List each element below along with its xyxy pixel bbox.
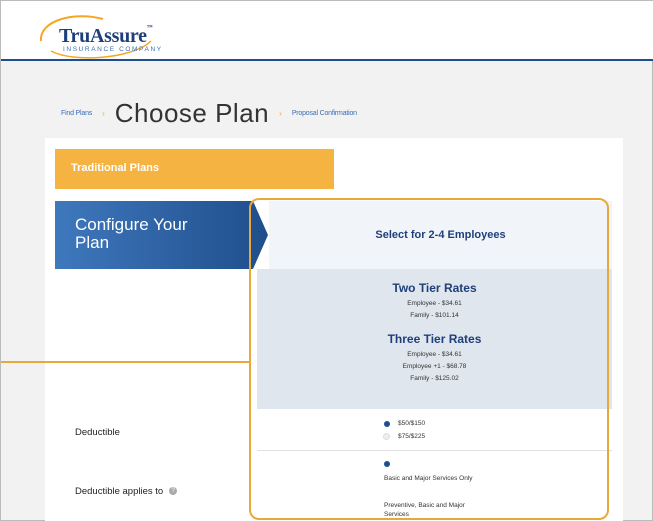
callout-line	[1, 361, 249, 363]
applies-option-label[interactable]: Preventive, Basic and Major Services	[384, 501, 489, 519]
deductible-option-label[interactable]: $50/$150	[398, 420, 425, 427]
breadcrumb-find-plans[interactable]: Find Plans	[61, 110, 92, 117]
three-tier-rate: Family - $125.02	[410, 375, 459, 382]
three-tier-title: Three Tier Rates	[387, 332, 482, 346]
chevron-right-icon: ›	[279, 108, 282, 118]
three-tier-rate: Employee - $34.61	[407, 351, 462, 358]
two-tier-title: Two Tier Rates	[392, 281, 477, 295]
rates-box: Two Tier Rates Employee - $34.61 Family …	[257, 269, 612, 409]
info-icon[interactable]: ?	[169, 487, 178, 496]
configure-plan-banner: Configure Your Plan	[55, 201, 268, 269]
two-tier-rate: Family - $101.14	[410, 312, 459, 319]
three-tier-rate: Employee +1 - $68.78	[402, 363, 467, 370]
logo-tagline: INSURANCE COMPANY	[63, 46, 163, 53]
plan-column-header: Select for 2-4 Employees	[269, 201, 612, 269]
tab-traditional-plans[interactable]: Traditional Plans	[55, 149, 334, 189]
configure-plan-label: Configure Your Plan	[75, 215, 188, 252]
header: TruAssure™ INSURANCE COMPANY	[1, 1, 653, 61]
deductible-label: Deductible	[75, 427, 120, 438]
two-tier-rate: Employee - $34.61	[407, 300, 462, 307]
deductible-option-radio[interactable]	[384, 421, 390, 427]
logo-wordmark: TruAssure™	[59, 25, 153, 47]
breadcrumb: Find Plans › Choose Plan › Proposal Conf…	[61, 93, 357, 133]
divider	[257, 450, 612, 451]
breadcrumb-proposal-confirmation[interactable]: Proposal Confirmation	[292, 110, 357, 117]
deductible-option-label[interactable]: $75/$225	[398, 433, 425, 440]
deductible-option-radio[interactable]	[383, 433, 390, 440]
deductible-applies-label: Deductible applies to?	[75, 486, 178, 497]
applies-option-radio[interactable]	[384, 461, 390, 467]
deductible-applies-text: Deductible applies to	[75, 486, 164, 497]
chevron-right-icon: ›	[102, 108, 105, 118]
applies-option-label[interactable]: Basic and Major Services Only	[384, 475, 504, 482]
truassure-logo[interactable]: TruAssure™ INSURANCE COMPANY	[33, 11, 173, 59]
page-title: Choose Plan	[114, 97, 270, 128]
